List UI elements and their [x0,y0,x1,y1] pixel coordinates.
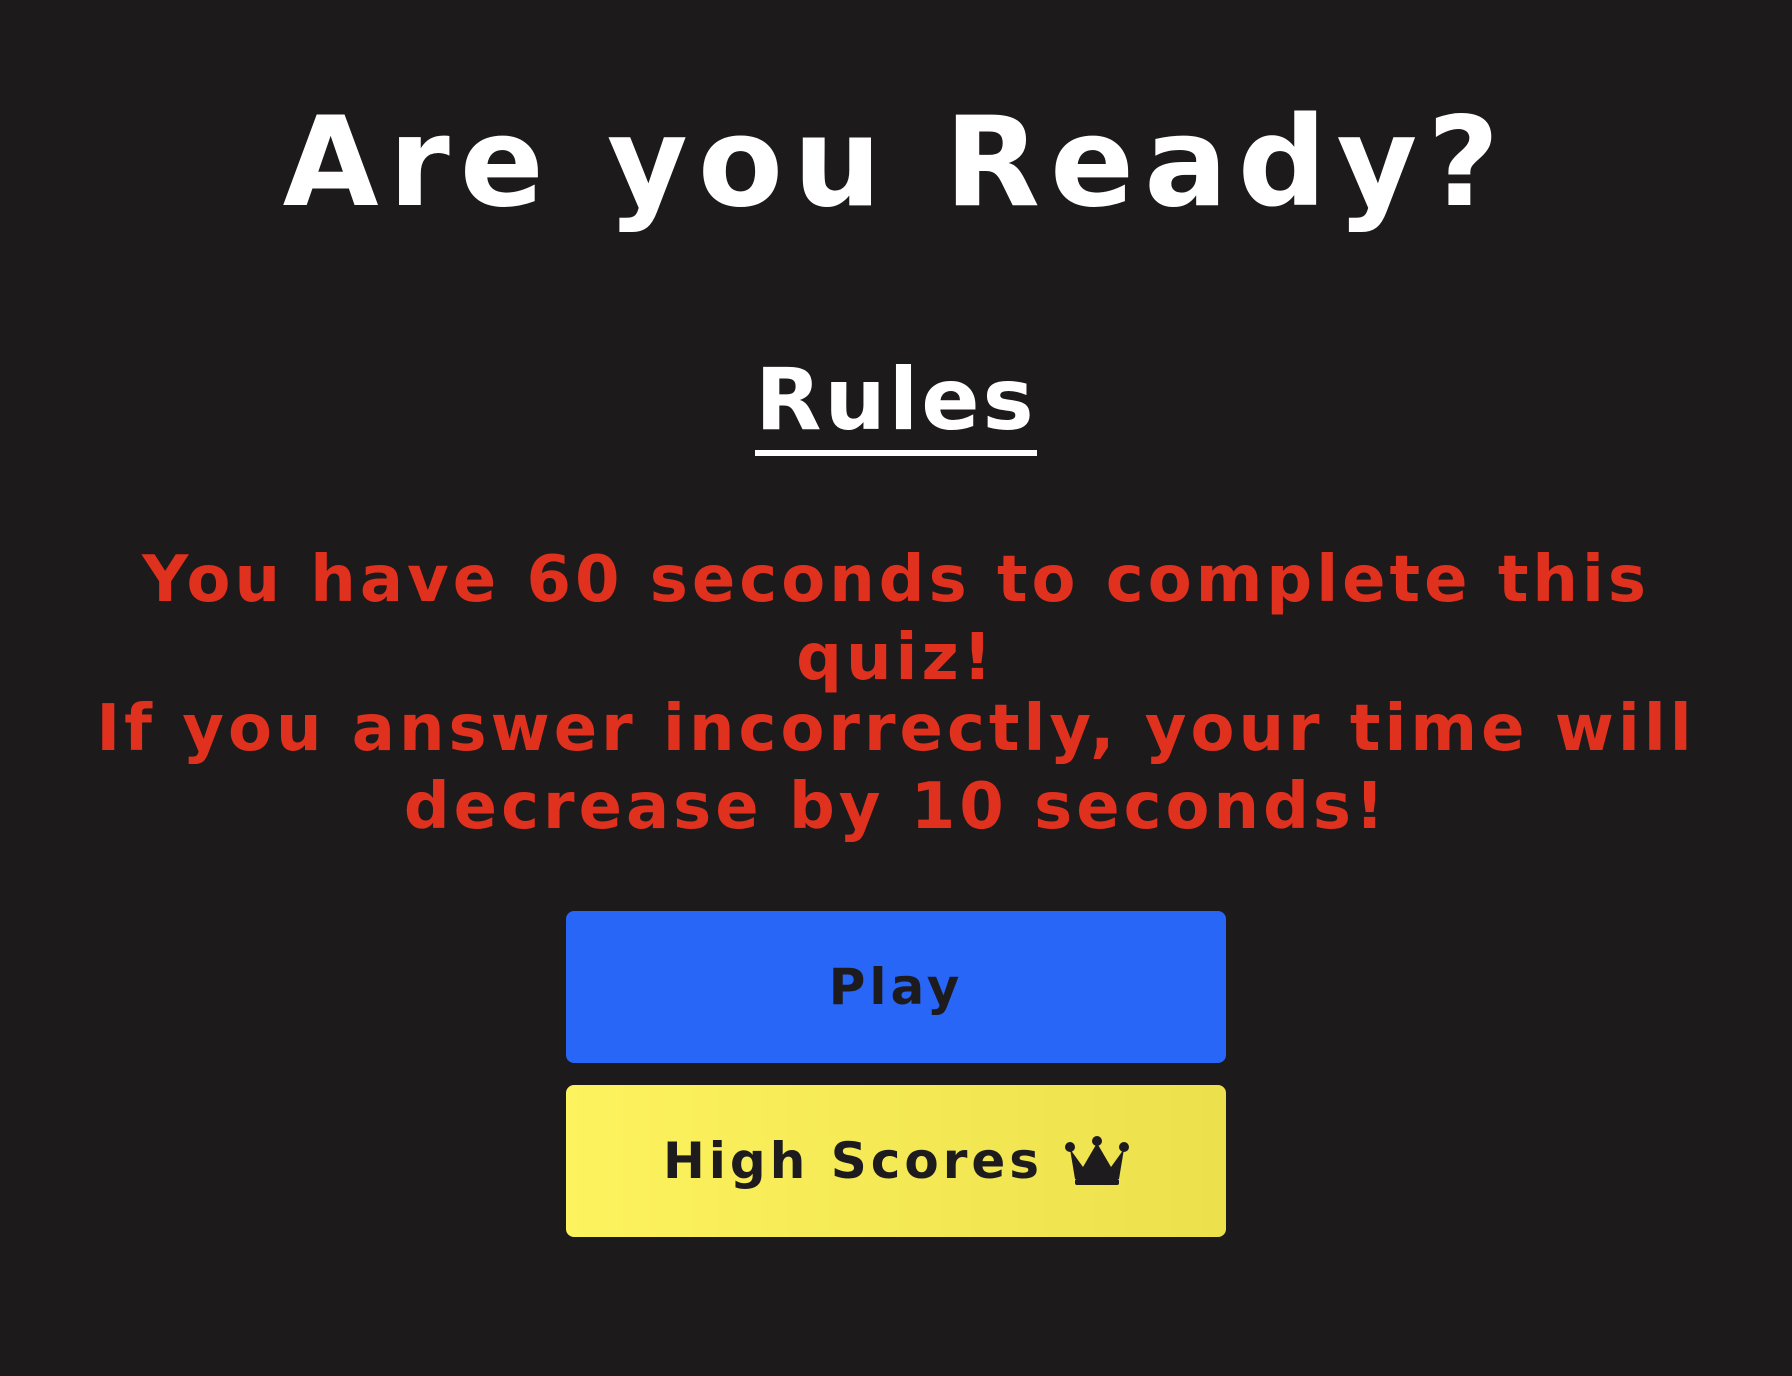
crown-icon [1065,1135,1130,1187]
rules-heading-text: Rules [755,350,1037,456]
play-button-label: Play [828,958,964,1016]
page-title: Are you Ready? [282,91,1510,235]
play-button[interactable]: Play [566,911,1226,1063]
high-scores-button-label: High Scores [662,1132,1044,1190]
rule-time-limit: You have 60 seconds to complete this qui… [142,543,1650,695]
start-screen: Are you Ready? Rules You have 60 seconds… [0,0,1792,1376]
high-scores-button[interactable]: High Scores [566,1085,1226,1237]
rule-penalty: If you answer incorrectly, your time wil… [96,692,1696,844]
rules-heading: Rules [0,345,1792,456]
